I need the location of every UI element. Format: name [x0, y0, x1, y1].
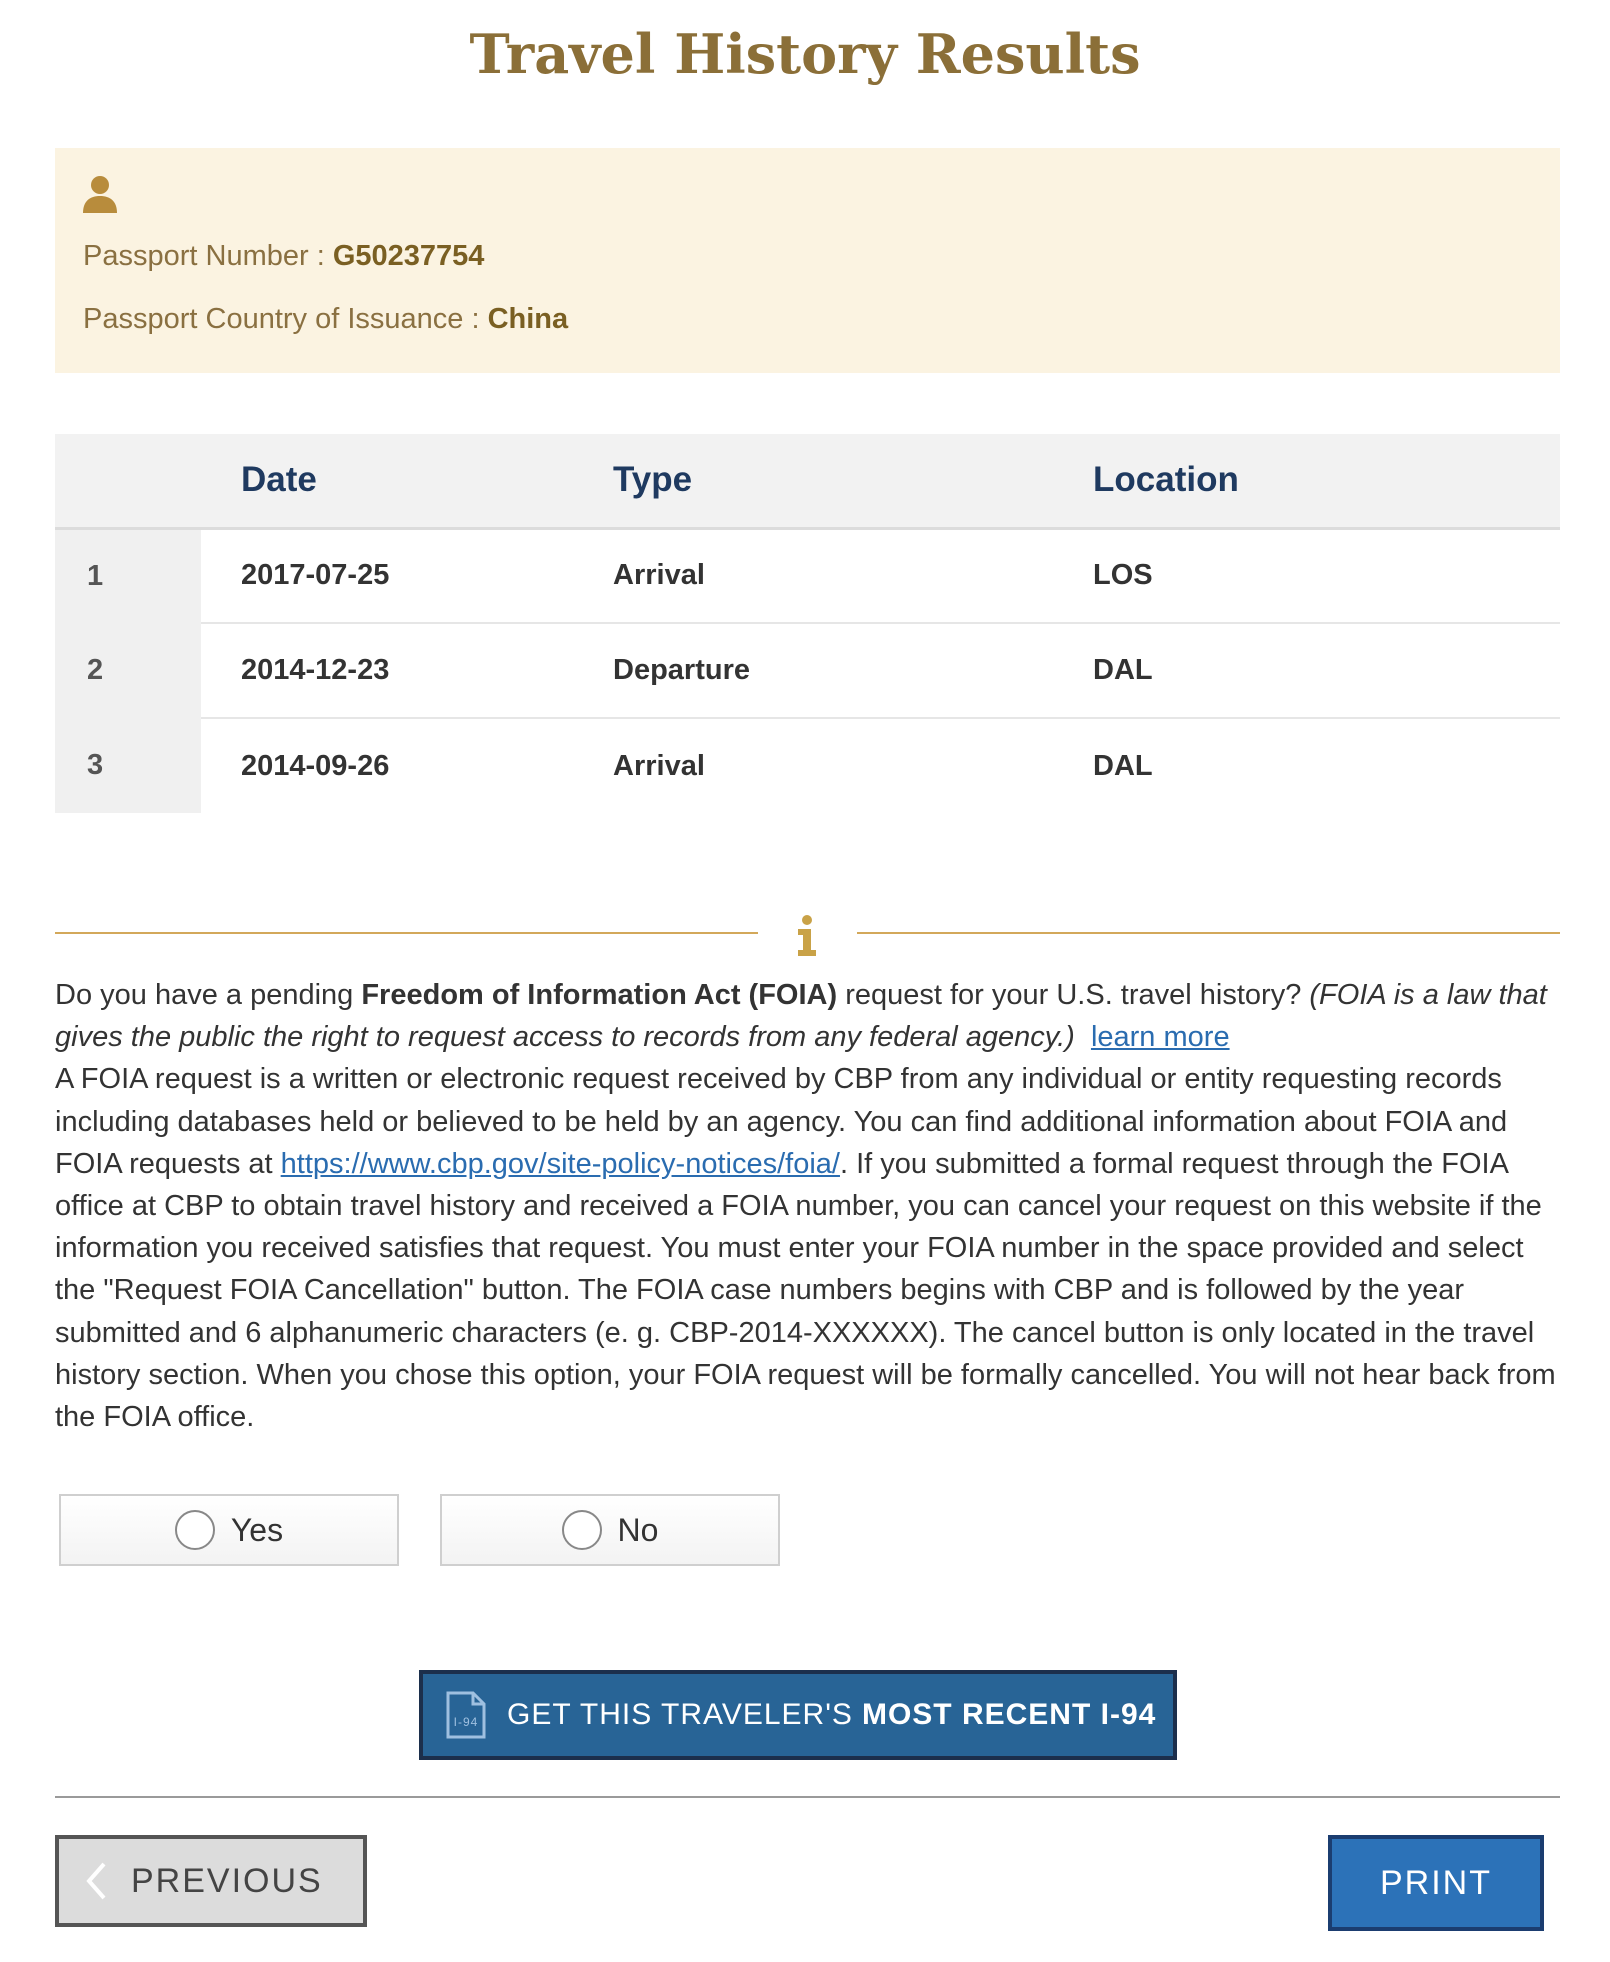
column-header-date: Date [201, 434, 613, 530]
table-row: 1 2017-07-25 Arrival LOS [55, 528, 1560, 624]
i94-button-bold: MOST RECENT I-94 [861, 1698, 1157, 1731]
i94-button-prefix: GET THIS TRAVELER'S [507, 1698, 853, 1731]
print-button[interactable]: PRINT [1328, 1835, 1544, 1931]
passport-country-row: Passport Country of Issuance : China [83, 303, 568, 336]
table-row: 2 2014-12-23 Departure DAL [55, 623, 1560, 719]
column-header-location: Location [1093, 434, 1560, 530]
column-header-index [55, 434, 201, 530]
foia-yes-option[interactable]: Yes [59, 1494, 399, 1566]
foia-question-suffix: request for your U.S. travel history? [837, 979, 1310, 1011]
column-header-type: Type [613, 434, 1093, 530]
passport-info-panel: Passport Number : G50237754 Passport Cou… [55, 148, 1560, 373]
print-label: PRINT [1380, 1863, 1492, 1902]
passport-country-value: China [487, 303, 569, 335]
row-index: 3 [55, 718, 201, 813]
previous-label: PREVIOUS [131, 1861, 323, 1900]
passport-number-label: Passport Number : [83, 240, 333, 272]
travel-history-table: Date Type Location 1 2017-07-25 Arrival … [55, 434, 1560, 813]
get-recent-i94-button[interactable]: I-94 GET THIS TRAVELER'S MOST RECENT I-94 [419, 1670, 1177, 1760]
passport-country-label: Passport Country of Issuance : [83, 303, 488, 335]
i94-document-icon: I-94 [446, 1691, 486, 1739]
yes-radio-circle[interactable] [174, 1510, 215, 1550]
foia-question-bold: Freedom of Information Act (FOIA) [361, 979, 838, 1011]
row-location: DAL [1093, 749, 1153, 782]
learn-more-link[interactable]: learn more [1091, 1021, 1230, 1053]
footer-divider [55, 1796, 1560, 1798]
no-radio-circle[interactable] [561, 1510, 602, 1550]
foia-website-link[interactable]: https://www.cbp.gov/site-policy-notices/… [281, 1148, 840, 1180]
row-date: 2014-12-23 [201, 623, 613, 719]
divider-line-left [55, 932, 758, 934]
row-date: 2014-09-26 [241, 749, 390, 782]
row-date: 2017-07-25 [201, 528, 613, 624]
passport-number-row: Passport Number : G50237754 [83, 240, 484, 273]
info-icon [798, 915, 816, 956]
table-header-row: Date Type Location [55, 434, 1560, 530]
row-type: Arrival [613, 749, 705, 782]
page-title: Travel History Results [469, 22, 1141, 86]
table-row: 3 2014-09-26 Arrival DAL [55, 718, 1560, 813]
yes-label: Yes [230, 1511, 284, 1548]
row-type: Arrival [613, 528, 1093, 624]
chevron-left-icon [86, 1862, 106, 1900]
foia-body-part-2: . If you submitted a formal request thro… [55, 1147, 1556, 1434]
row-index: 1 [55, 528, 201, 623]
row-location: DAL [1093, 623, 1560, 719]
row-index: 2 [55, 623, 201, 718]
no-label: No [617, 1511, 659, 1548]
passport-number-value: G50237754 [332, 240, 485, 272]
row-type: Departure [613, 623, 1093, 719]
person-icon [83, 176, 117, 213]
previous-button[interactable]: PREVIOUS [55, 1835, 367, 1927]
foia-no-option[interactable]: No [440, 1494, 780, 1566]
divider-line-right [857, 932, 1560, 934]
row-location: LOS [1093, 528, 1560, 624]
info-divider [55, 906, 1560, 966]
foia-question-prefix: Do you have a pending [55, 979, 362, 1011]
i94-icon-text: I-94 [454, 1715, 479, 1729]
foia-explanation: Do you have a pending Freedom of Informa… [55, 974, 1565, 1438]
